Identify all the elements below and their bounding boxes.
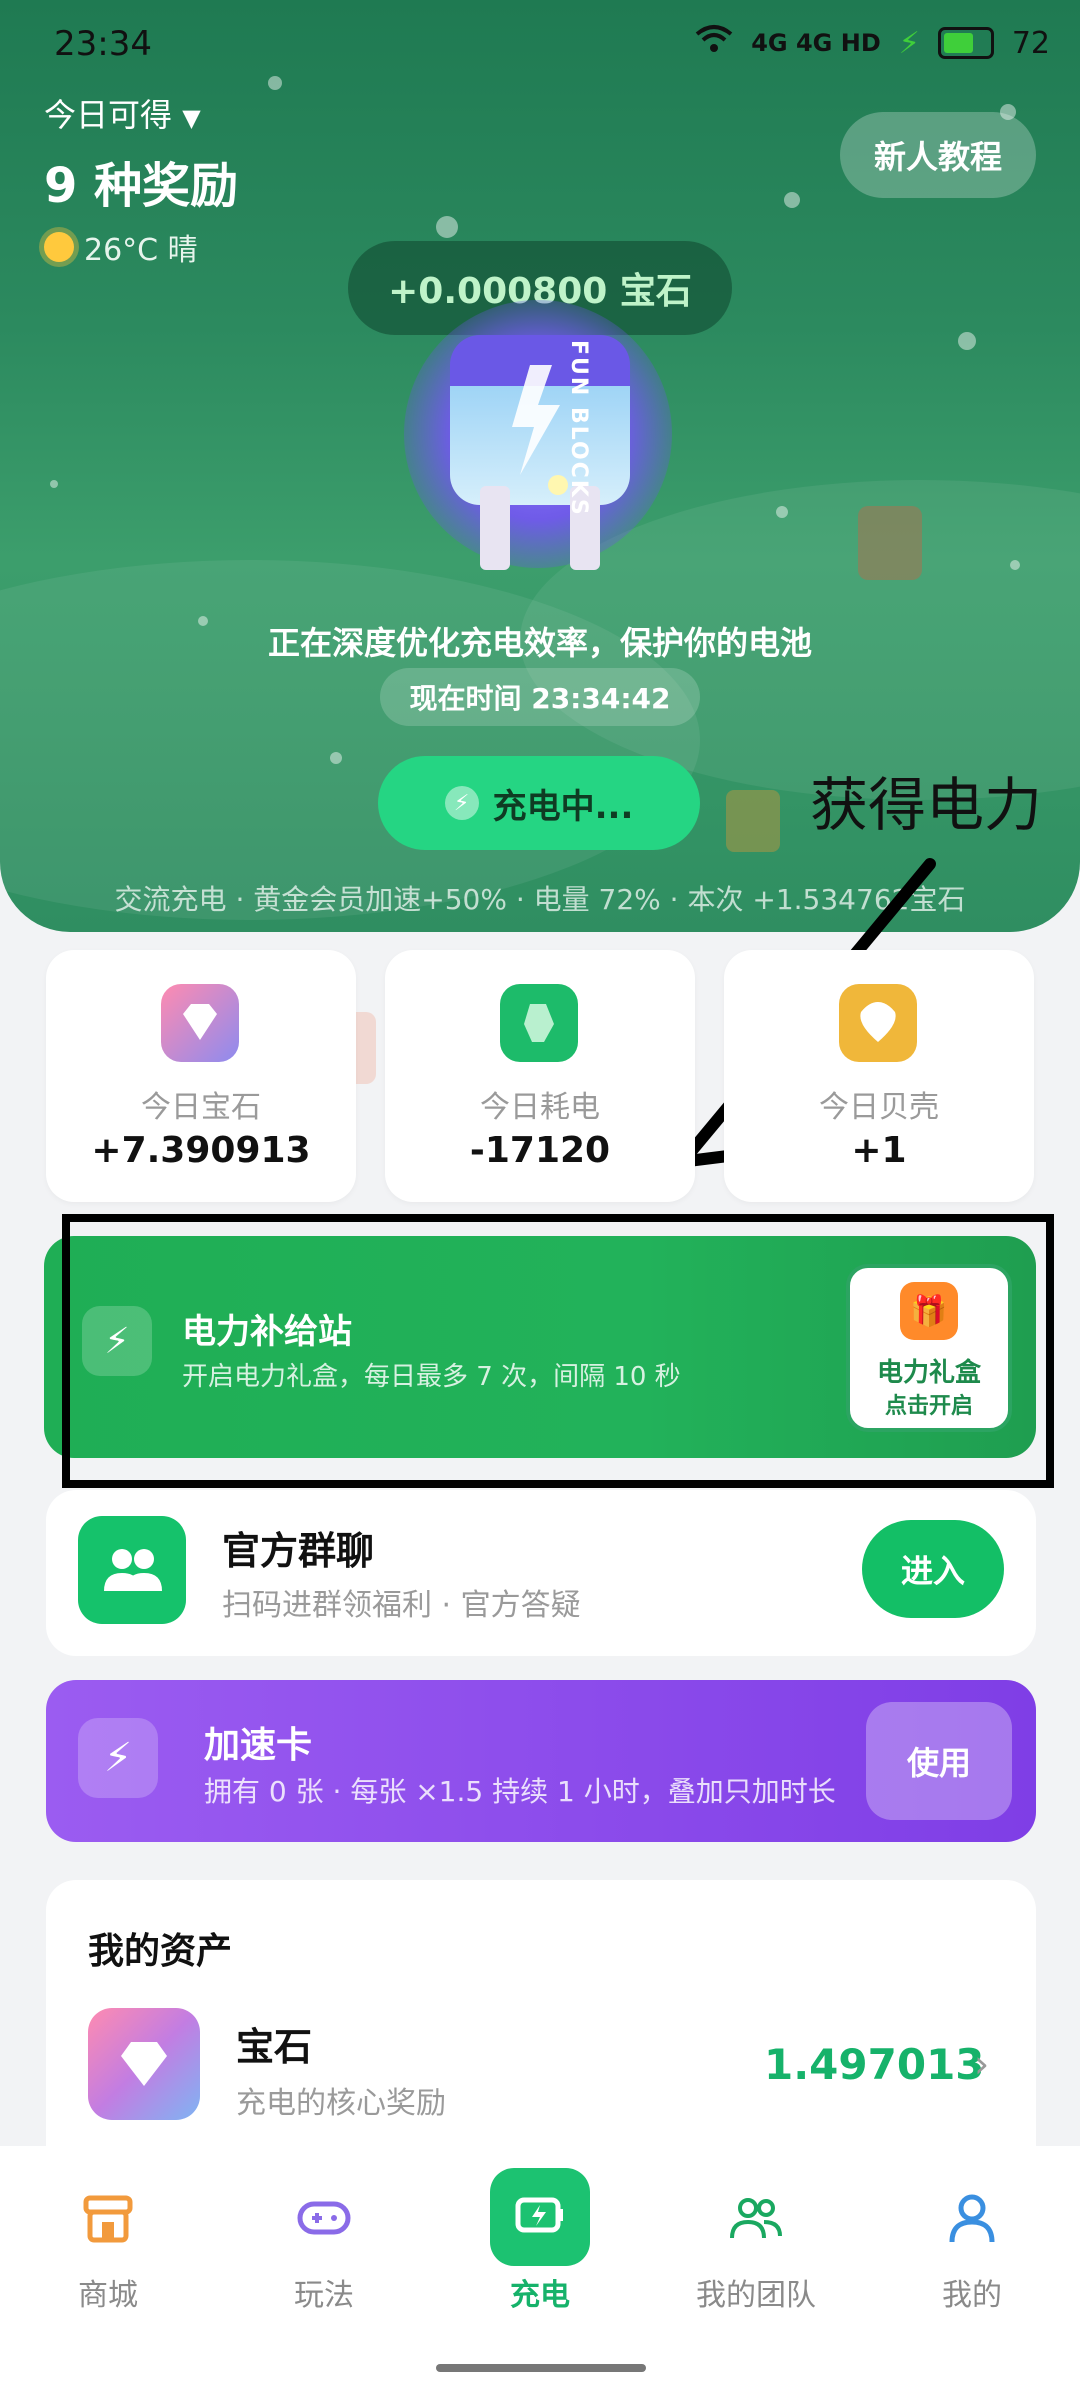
gamepad-icon — [297, 2201, 351, 2235]
red-envelope-icon[interactable] — [726, 790, 780, 852]
wifi-icon — [695, 24, 733, 62]
charging-button[interactable]: ⚡ 充电中... — [378, 756, 700, 850]
today-available-dropdown[interactable]: 今日可得 ▼ — [44, 90, 201, 136]
battery-leg-left — [480, 486, 510, 570]
battery-charge-icon — [490, 2168, 590, 2266]
stat-card-shells[interactable]: 今日贝壳 +1 — [724, 950, 1034, 1202]
stat-value: +7.390913 — [91, 1130, 311, 1171]
assets-title: 我的资产 — [88, 1931, 233, 1972]
asset-desc: 充电的核心奖励 — [236, 2086, 446, 2121]
use-button[interactable]: 使用 — [866, 1702, 1012, 1820]
speed-card-subtitle: 拥有 0 张 · 每张 ×1.5 持续 1 小时，叠加只加时长 — [204, 1775, 836, 1808]
red-envelope-icon[interactable] — [858, 506, 922, 580]
home-indicator[interactable] — [436, 2364, 646, 2372]
battery-percent: 72 — [1011, 25, 1050, 61]
battery-icon — [937, 27, 994, 59]
status-icons: 4G 4G HD ⚡ 72 — [695, 24, 1050, 62]
gem-icon — [88, 2008, 200, 2120]
stat-label: 今日耗电 — [480, 1090, 600, 1125]
today-available-label: 今日可得 — [44, 96, 173, 134]
current-time: 现在时间 23:34:42 — [380, 668, 700, 726]
lightning-icon: ⚡ — [78, 1718, 158, 1798]
caret-down-icon: ▼ — [182, 104, 201, 132]
nav-label: 充电 — [510, 2278, 570, 2313]
weather: 26°C 晴 — [44, 225, 198, 269]
store-icon — [83, 2195, 133, 2243]
stat-value: -17120 — [469, 1130, 611, 1171]
group-chat-title: 官方群聊 — [222, 1529, 375, 1573]
chevron-right-icon[interactable]: › — [974, 2042, 989, 2086]
shell-icon — [839, 984, 917, 1062]
battery-brand: FUN BLOCKS — [566, 340, 591, 517]
bolt-icon: ⚡ — [898, 25, 920, 61]
team-icon — [730, 2198, 782, 2239]
asset-value[interactable]: 1.497013 — [764, 2040, 985, 2089]
crystal-icon — [500, 984, 578, 1062]
nav-label: 商城 — [78, 2278, 138, 2313]
stat-value: +1 — [851, 1130, 907, 1171]
group-chat-subtitle: 扫码进群领福利 · 官方答疑 — [222, 1588, 581, 1623]
weather-text: 26°C 晴 — [84, 233, 198, 268]
speed-card-title: 加速卡 — [204, 1725, 313, 1766]
annotation-text: 获得电力 — [810, 771, 1043, 839]
stat-card-gems[interactable]: 今日宝石 +7.390913 — [46, 950, 356, 1202]
stat-label: 今日贝壳 — [819, 1090, 939, 1125]
nav-label: 玩法 — [294, 2278, 354, 2313]
sun-icon — [44, 232, 74, 262]
annotation-highlight-box — [62, 1214, 1054, 1488]
charging-label: 充电中... — [492, 786, 634, 827]
reward-count: 9 种奖励 — [44, 158, 239, 214]
stat-card-power[interactable]: 今日耗电 -17120 — [385, 950, 695, 1202]
battery-mascot — [450, 335, 630, 505]
signal-text: 4G 4G HD — [751, 29, 881, 57]
status-time: 23:34 — [54, 24, 152, 64]
bolt-icon: ⚡ — [444, 786, 479, 820]
nav-label: 我的 — [942, 2278, 1002, 2313]
stat-label: 今日宝石 — [141, 1090, 261, 1125]
tutorial-button[interactable]: 新人教程 — [840, 112, 1036, 198]
nav-label: 我的团队 — [696, 2278, 816, 2313]
enter-button[interactable]: 进入 — [862, 1520, 1004, 1618]
user-icon — [949, 2194, 995, 2243]
group-chat-icon — [78, 1516, 186, 1624]
optimize-text: 正在深度优化充电效率，保护你的电池 — [267, 624, 812, 662]
diamond-icon — [161, 984, 239, 1062]
asset-name: 宝石 — [236, 2025, 313, 2069]
